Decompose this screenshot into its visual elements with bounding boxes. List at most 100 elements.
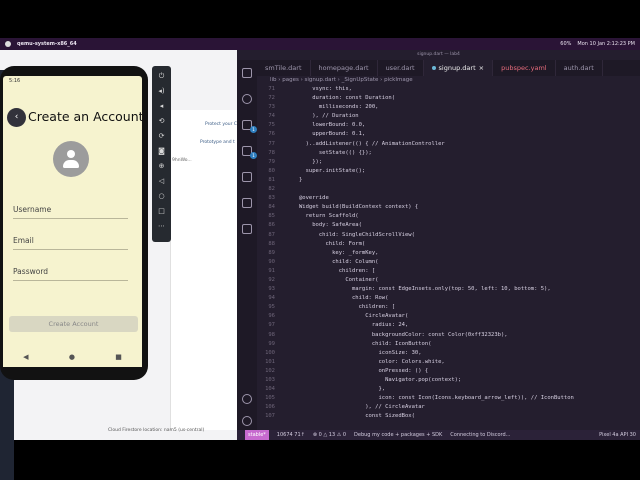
code-line[interactable]: 98 backgroundColor: const Color(0xff3232… [257,331,640,340]
code-line[interactable]: 96 CircleAvatar( [257,312,640,321]
code-line[interactable]: 95 children: [ [257,303,640,312]
volume-down-icon[interactable]: ◂ [157,101,167,112]
tab-pubspec[interactable]: pubspec.yaml [493,60,556,76]
code-line[interactable]: 94 child: Row( [257,294,640,303]
debug-config[interactable]: Debug my code + packages + SDK [354,432,442,438]
clock[interactable]: Mon 10 Jan 2:12:23 PM [577,41,635,47]
volume-up-icon[interactable]: ◂) [157,86,167,97]
close-icon[interactable]: × [479,60,484,76]
code-line[interactable]: 102 onPressed: () { [257,367,640,376]
code-line[interactable]: 71 vsync: this, [257,85,640,94]
more-icon[interactable]: ⋯ [157,221,167,232]
code-text: onPressed: () { [299,367,429,374]
nav-home-icon[interactable]: ● [69,353,75,361]
code-line[interactable]: 105 icon: const Icon(Icons.keyboard_arro… [257,394,640,403]
sync-status[interactable]: 10674 71↑ [277,432,305,438]
code-line[interactable]: 72 duration: const Duration( [257,94,640,103]
code-line[interactable]: 99 child: IconButton( [257,340,640,349]
code-line[interactable]: 85 return Scaffold( [257,212,640,221]
code-line[interactable]: 101 color: Colors.white, [257,358,640,367]
device-status[interactable]: Pixel 4a API 30 [599,432,640,438]
power-icon[interactable]: ⏻ [157,71,167,82]
window-title: signup.dart — lab4 [417,52,460,57]
line-number: 87 [268,231,275,238]
code-line[interactable]: 84 Widget build(BuildContext context) { [257,203,640,212]
code-line[interactable]: 88 child: Form( [257,240,640,249]
camera-icon[interactable]: ◙ [157,146,167,157]
code-line[interactable]: 82 [257,185,640,194]
code-line[interactable]: 87 child: SingleChildScrollView( [257,231,640,240]
settings-gear-icon[interactable] [242,416,252,426]
tab-signup[interactable]: signup.dart × [423,60,494,76]
code-line[interactable]: 97 radius: 24, [257,321,640,330]
line-number: 76 [268,131,275,138]
password-field[interactable]: Password [13,263,128,281]
flutter-icon[interactable] [242,224,252,234]
apple-icon[interactable] [5,41,11,47]
back-icon[interactable]: ◁ [157,176,167,187]
code-line[interactable]: 79 }); [257,158,640,167]
code-line[interactable]: 73 milliseconds: 200, [257,103,640,112]
code-line[interactable]: 86 body: SafeArea( [257,221,640,230]
testing-icon[interactable] [242,198,252,208]
tab-homepage[interactable]: homepage.dart [311,60,378,76]
problems-status[interactable]: ⊗ 0 △ 13 ⚠ 0 [313,432,346,438]
code-line[interactable]: 74 ), // Duration [257,112,640,121]
tab-smtile[interactable]: smTile.dart [257,60,311,76]
line-number: 103 [265,377,275,383]
code-line[interactable]: 76 upperBound: 0.1, [257,130,640,139]
breadcrumb[interactable]: lib › pages › signup.dart › _SignUpState… [270,77,413,83]
nav-recents-icon[interactable]: ■ [115,353,122,361]
firestore-location: Cloud Firestore location: nam5 (us-centr… [108,428,205,433]
extensions-icon[interactable] [242,172,252,182]
code-editor[interactable]: 71 vsync: this, 72 duration: const Durati… [257,85,640,430]
code-text: Container( [299,276,379,283]
tab-user[interactable]: user.dart [378,60,424,76]
line-number: 105 [265,395,275,402]
create-account-button[interactable]: Create Account [9,316,138,332]
code-line[interactable]: 90 child: Column( [257,258,640,267]
code-line[interactable]: 77 )..addListener(() { // AnimationContr… [257,140,640,149]
line-number: 90 [268,258,275,265]
explorer-icon[interactable] [242,68,252,78]
line-number: 100 [265,349,275,356]
code-line[interactable]: 100 iconSize: 30, [257,349,640,358]
code-line[interactable]: 78 setState(() {}); [257,149,640,158]
code-line[interactable]: 89 key: _formKey, [257,249,640,258]
nav-back-icon[interactable]: ◀ [23,353,28,361]
line-number: 72 [268,95,275,102]
branch-status[interactable]: stable* [245,430,269,440]
code-line[interactable]: 93 margin: const EdgeInsets.only(top: 50… [257,285,640,294]
code-text: }); [299,158,323,165]
code-line[interactable]: 81} [257,176,640,185]
code-line[interactable]: 103 Navigator.pop(context); [257,376,640,385]
code-text: lowerBound: 0.0, [299,122,366,129]
code-line[interactable]: 107 const SizedBox( [257,412,640,421]
code-line[interactable]: 92 Container( [257,276,640,285]
rotate-left-icon[interactable]: ⟲ [157,116,167,127]
code-line[interactable]: 91 children: [ [257,267,640,276]
code-line[interactable]: 106 ), // CircleAvatar [257,403,640,412]
app-name[interactable]: qemu-system-x86_64 [17,41,77,47]
code-line[interactable]: 83 @override [257,194,640,203]
email-field[interactable]: Email [13,232,128,250]
status-bar: stable* 10674 71↑ ⊗ 0 △ 13 ⚠ 0 Debug my … [237,430,640,440]
line-number: 88 [268,240,275,247]
rotate-right-icon[interactable]: ⟳ [157,131,167,142]
overview-icon[interactable]: □ [157,206,167,217]
home-icon[interactable]: ○ [157,191,167,202]
back-button[interactable]: ‹ [7,108,26,127]
firebase-protect-link[interactable]: Protect your C [205,122,237,127]
code-line[interactable]: 104 }, [257,385,640,394]
username-field[interactable]: Username [13,201,128,219]
code-line[interactable]: 75 lowerBound: 0.0, [257,121,640,130]
firebase-prototype-link[interactable]: Prototype and t [200,140,235,145]
line-number: 86 [268,222,275,229]
code-line[interactable]: 80 super.initState(); [257,167,640,176]
battery-status[interactable]: 60% [560,41,571,47]
profile-avatar[interactable] [53,141,89,177]
zoom-icon[interactable]: ⊕ [157,161,167,172]
search-icon[interactable] [242,94,252,104]
account-icon[interactable] [242,394,252,404]
tab-auth[interactable]: auth.dart [556,60,603,76]
